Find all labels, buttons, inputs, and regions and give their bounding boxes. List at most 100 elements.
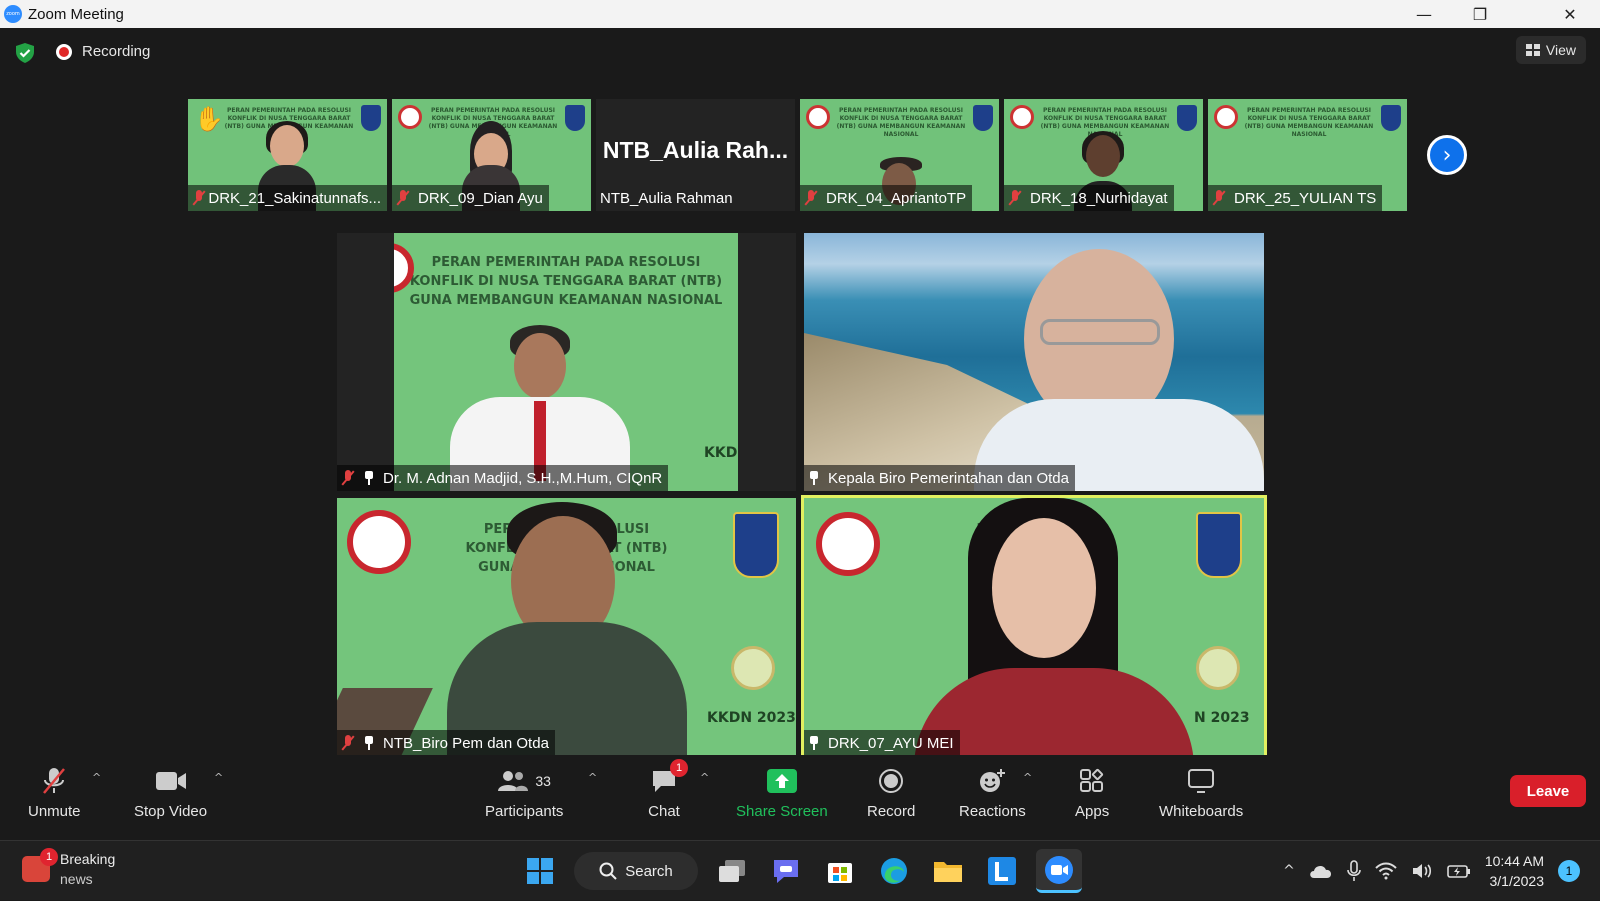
video-options-caret-icon[interactable]: ^ <box>214 771 223 784</box>
participant-name: DRK_04_ApriantoTP <box>826 189 967 207</box>
taskbar-clock[interactable]: 10:44 AM 3/1/2023 <box>1485 851 1544 891</box>
share-screen-icon <box>766 765 798 797</box>
mic-muted-icon <box>1008 190 1022 206</box>
file-explorer-icon[interactable] <box>928 851 968 891</box>
participant-namebar: DRK_09_Dian Ayu <box>392 185 549 211</box>
participant-namebar: DRK_07_AYU MEI <box>804 730 960 756</box>
clock-date: 3/1/2023 <box>1489 873 1545 889</box>
recording-dot-icon <box>56 43 72 60</box>
notification-count-badge[interactable]: 1 <box>1558 860 1580 882</box>
crest-icon <box>565 105 585 131</box>
video-tile[interactable]: PERAN PEMERINTAH PADA RESOLUSI KONFLIK D… <box>337 233 796 491</box>
participants-count: 33 <box>535 773 551 789</box>
next-page-arrow-icon[interactable]: › <box>1427 135 1467 175</box>
participant-thumbnail[interactable]: NTB_Aulia Rah... NTB_Aulia Rahman <box>596 99 795 211</box>
event-label: N 2023 <box>1194 710 1250 726</box>
mic-muted-icon <box>396 190 410 206</box>
share-screen-label: Share Screen <box>736 803 828 820</box>
microphone-icon[interactable] <box>1347 860 1361 882</box>
chat-button[interactable]: 1 Chat <box>648 759 688 820</box>
zoom-taskbar-icon[interactable] <box>1036 849 1082 893</box>
pin-icon <box>808 471 820 485</box>
view-button[interactable]: View <box>1515 36 1586 64</box>
search-label: Search <box>625 862 673 880</box>
speaker-video <box>974 239 1264 491</box>
participant-name: Kepala Biro Pemerintahan dan Otda <box>828 469 1069 487</box>
stop-video-label: Stop Video <box>134 803 208 820</box>
edge-browser-icon[interactable] <box>874 851 914 891</box>
news-subtitle: news <box>60 871 93 887</box>
recording-indicator[interactable]: Recording <box>56 43 150 60</box>
close-button[interactable]: ✕ <box>1542 0 1598 28</box>
stop-video-button[interactable]: Stop Video <box>134 765 207 820</box>
crest-icon <box>1381 105 1401 131</box>
university-seal-icon <box>816 512 880 576</box>
mic-muted-icon <box>1212 190 1226 206</box>
mic-muted-icon <box>341 735 355 751</box>
restore-button[interactable]: ❐ <box>1452 0 1508 28</box>
window-titlebar: zoom Zoom Meeting — ❐ ✕ <box>0 0 1600 28</box>
emblem-badge-icon <box>731 646 775 690</box>
grid-view-icon <box>1525 44 1540 56</box>
participants-options-caret-icon[interactable]: ^ <box>588 771 597 784</box>
slide-title-line: PERAN PEMERINTAH PADA RESOLUSI <box>431 255 701 270</box>
audio-options-caret-icon[interactable]: ^ <box>92 771 101 784</box>
onedrive-cloud-icon[interactable] <box>1309 863 1333 879</box>
zoom-app-icon: zoom <box>4 5 22 23</box>
chat-options-caret-icon[interactable]: ^ <box>700 771 709 784</box>
microsoft-store-icon[interactable] <box>820 851 860 891</box>
speaker-video <box>914 498 1194 756</box>
university-seal-icon <box>398 105 422 129</box>
participant-namebar: Kepala Biro Pemerintahan dan Otda <box>804 465 1075 491</box>
participant-name: NTB_Aulia Rahman <box>600 189 733 207</box>
news-badge: 1 <box>40 848 58 866</box>
minimize-button[interactable]: — <box>1396 0 1452 28</box>
participant-namebar: DRK_04_ApriantoTP <box>800 185 973 211</box>
task-view-icon[interactable] <box>712 851 752 891</box>
share-screen-button[interactable]: Share Screen <box>736 765 828 820</box>
reactions-options-caret-icon[interactable]: ^ <box>1023 771 1032 784</box>
news-title: Breaking <box>60 851 116 867</box>
participant-thumbnail[interactable]: PERAN PEMERINTAH PADA RESOLUSI KONFLIK D… <box>800 99 999 211</box>
crest-icon <box>973 105 993 131</box>
reactions-label: Reactions <box>959 803 1026 820</box>
crest-icon <box>733 512 779 578</box>
windows-start-icon[interactable] <box>520 851 560 891</box>
taskbar-search[interactable]: Search <box>574 852 698 890</box>
leave-button[interactable]: Leave <box>1510 775 1586 807</box>
participants-icon: 33 <box>494 765 554 797</box>
participant-thumbnail[interactable]: PERAN PEMERINTAH PADA RESOLUSI KONFLIK D… <box>1004 99 1203 211</box>
video-camera-icon <box>155 765 187 797</box>
apps-icon <box>1076 765 1108 797</box>
battery-charging-icon[interactable] <box>1447 863 1471 879</box>
teams-chat-icon[interactable] <box>766 851 806 891</box>
participant-name: DRK_18_Nurhidayat <box>1030 189 1168 207</box>
video-tile[interactable]: PERAN P DA RESOLUSI KONFLIK D RA BARAT (… <box>337 498 796 756</box>
video-tile[interactable]: PERA RESOLUSI KONF (NTB) GUNA NASIONAL N… <box>804 498 1264 756</box>
mic-muted-icon <box>192 190 203 206</box>
participant-thumbnail[interactable]: PERAN PEMERINTAH PADA RESOLUSI KONFLIK D… <box>392 99 591 211</box>
apps-label: Apps <box>1075 803 1110 820</box>
news-widget[interactable]: 1 Breaking news <box>22 848 116 889</box>
participant-thumbnail[interactable]: PERAN PEMERINTAH PADA RESOLUSI KONFLIK D… <box>188 99 387 211</box>
tray-overflow-chevron-icon[interactable]: ^ <box>1283 863 1295 879</box>
wifi-icon[interactable] <box>1375 862 1397 880</box>
volume-icon[interactable] <box>1411 862 1433 880</box>
participant-thumbnail[interactable]: PERAN PEMERINTAH PADA RESOLUSI KONFLIK D… <box>1208 99 1407 211</box>
l-app-icon[interactable] <box>982 851 1022 891</box>
security-shield-icon[interactable] <box>14 42 36 64</box>
reactions-button[interactable]: Reactions <box>959 765 1026 820</box>
whiteboards-button[interactable]: Whiteboards <box>1159 765 1243 820</box>
participant-name: NTB_Biro Pem dan Otda <box>383 734 549 752</box>
video-tile[interactable]: Kepala Biro Pemerintahan dan Otda <box>804 233 1264 491</box>
participants-button[interactable]: 33 Participants <box>485 765 563 820</box>
unmute-button[interactable]: Unmute <box>28 765 81 820</box>
apps-button[interactable]: Apps <box>1075 765 1109 820</box>
system-tray: ^ 10:44 AM 3/1/2023 1 <box>1283 841 1580 901</box>
university-seal-icon <box>1214 105 1238 129</box>
pin-icon <box>808 736 820 750</box>
slide-title-line: KONFLIK DI NUSA TENGGARA BARAT (NTB) <box>409 274 723 289</box>
record-button[interactable]: Record <box>867 765 915 820</box>
clock-time: 10:44 AM <box>1484 853 1544 869</box>
raised-hand-icon: ✋ <box>194 105 224 133</box>
